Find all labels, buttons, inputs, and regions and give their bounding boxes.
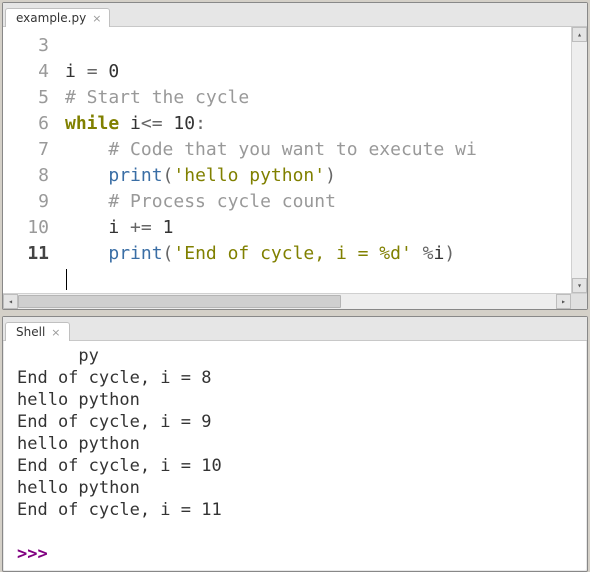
horizontal-scrollbar[interactable]: ◂ ▸ (3, 293, 587, 309)
close-icon[interactable]: × (92, 13, 101, 24)
scrollbar-thumb[interactable] (18, 295, 341, 308)
shell-line: End of cycle, i = 10 (17, 455, 579, 477)
line-number: 4 (3, 59, 49, 85)
shell-pane: Shell × py End of cycle, i = 8 hello pyt… (2, 316, 588, 572)
line-number: 9 (3, 189, 49, 215)
shell-line: hello python (17, 433, 579, 455)
editor-content: 34567891011 i = 0 # Start the cycle whil… (3, 27, 587, 293)
code-area[interactable]: i = 0 # Start the cycle while i<= 10: # … (57, 27, 571, 293)
shell-line: hello python (17, 477, 579, 499)
line-number: 8 (3, 163, 49, 189)
scrollbar-track[interactable] (18, 294, 556, 309)
shell-line: End of cycle, i = 11 (17, 499, 579, 521)
line-number: 10 (3, 215, 49, 241)
shell-line: End of cycle, i = 8 (17, 367, 579, 389)
line-gutter: 34567891011 (3, 27, 57, 293)
line-number: 5 (3, 85, 49, 111)
editor-tab-bar: example.py × (3, 3, 587, 27)
scroll-right-button[interactable]: ▸ (556, 294, 571, 309)
tab-label: Shell (16, 325, 45, 339)
tab-label: example.py (16, 11, 86, 25)
shell-line: py (17, 345, 579, 367)
scrollbar-corner (571, 294, 587, 309)
shell-line: End of cycle, i = 9 (17, 411, 579, 433)
shell-prompt: >>> (17, 543, 579, 565)
line-number: 3 (3, 33, 49, 59)
shell-line: hello python (17, 389, 579, 411)
scroll-left-button[interactable]: ◂ (3, 294, 18, 309)
close-icon[interactable]: × (51, 327, 60, 338)
shell-tab-bar: Shell × (3, 317, 587, 341)
editor-tab[interactable]: example.py × (5, 8, 110, 27)
shell-output[interactable]: py End of cycle, i = 8 hello python End … (3, 341, 587, 571)
line-number: 7 (3, 137, 49, 163)
editor-pane: example.py × 34567891011 i = 0 # Start t… (2, 2, 588, 310)
scroll-up-button[interactable]: ▴ (572, 27, 587, 42)
line-number: 6 (3, 111, 49, 137)
line-number: 11 (3, 241, 49, 267)
text-cursor (66, 269, 67, 290)
scroll-down-button[interactable]: ▾ (572, 278, 587, 293)
shell-tab[interactable]: Shell × (5, 322, 70, 341)
vertical-scrollbar[interactable]: ▴ ▾ (571, 27, 587, 293)
shell-blank (17, 521, 579, 543)
